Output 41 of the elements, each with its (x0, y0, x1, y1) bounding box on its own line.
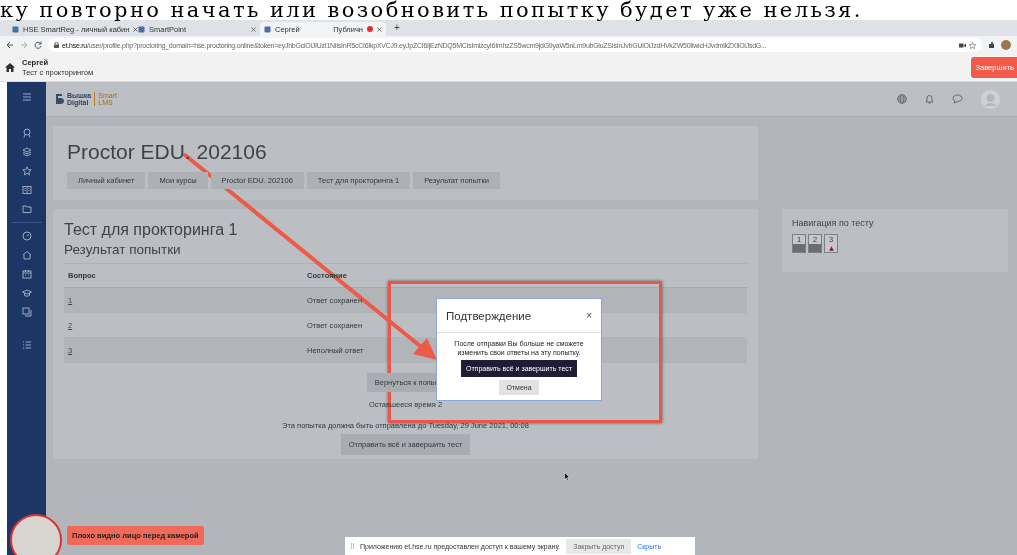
back-icon[interactable] (6, 41, 14, 49)
star-icon[interactable] (969, 41, 976, 49)
caption-text: ку повторно начать или возобновить попытку будет уже нельзя. (0, 0, 863, 20)
quiz-title: Тест для прокторинга 1 (64, 221, 238, 239)
layers-icon[interactable] (21, 147, 32, 157)
close-icon[interactable] (251, 26, 256, 32)
menu-icon[interactable] (21, 92, 32, 102)
forward-icon[interactable] (20, 41, 28, 49)
lock-icon (54, 42, 59, 48)
page-icon (12, 25, 19, 33)
graduation-cap-icon[interactable] (21, 288, 32, 298)
cursor-icon (564, 472, 570, 481)
avatar-icon[interactable] (1001, 40, 1011, 50)
book-icon[interactable] (21, 185, 32, 195)
chat-icon[interactable] (952, 94, 963, 104)
globe-icon[interactable] (897, 94, 907, 104)
drag-handle-icon (351, 543, 354, 549)
page-icon (264, 25, 271, 33)
close-button[interactable]: × (586, 310, 592, 321)
home-icon[interactable] (5, 63, 15, 72)
copy-icon[interactable] (21, 307, 32, 317)
badge-icon[interactable] (21, 128, 32, 138)
gauge-icon[interactable] (21, 231, 32, 241)
close-icon[interactable] (377, 26, 382, 32)
new-tab-button[interactable]: + (394, 23, 400, 33)
logo-icon (56, 94, 64, 104)
calendar-icon[interactable] (21, 269, 32, 279)
list-icon[interactable] (21, 340, 32, 350)
page-subtitle: Результат попытки (64, 242, 747, 264)
warning-triangle-icon (828, 245, 834, 251)
bell-icon[interactable] (925, 94, 934, 104)
close-icon[interactable] (133, 26, 139, 32)
camera-icon (959, 42, 966, 48)
puzzle-icon[interactable] (988, 41, 995, 49)
folder-icon[interactable] (21, 204, 32, 214)
navigation-title: Навигация по тесту (792, 218, 875, 228)
page-icon (138, 25, 145, 33)
reload-icon[interactable] (34, 41, 42, 49)
address-bar[interactable] (48, 38, 982, 52)
star-icon[interactable] (21, 166, 32, 176)
course-title: Proctor EDU. 202106 (67, 140, 268, 164)
